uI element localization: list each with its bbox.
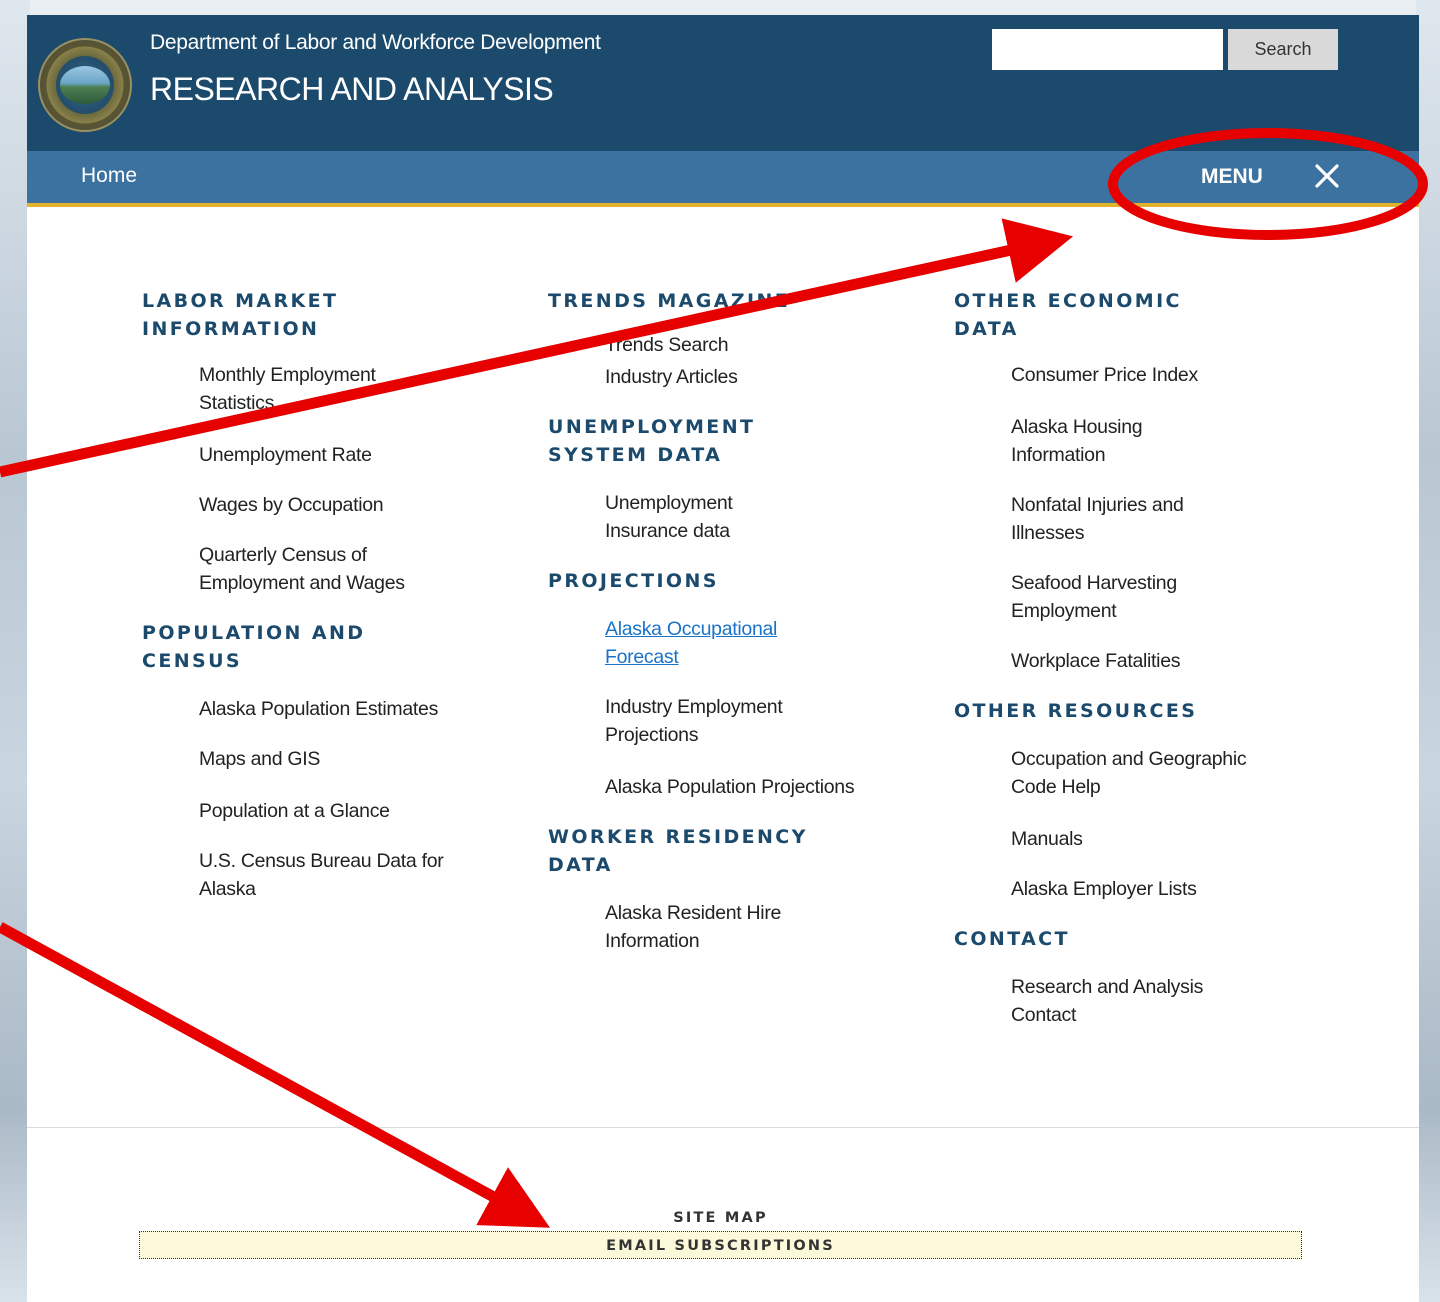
search-button[interactable]: Search — [1228, 29, 1338, 70]
menu-item[interactable]: Monthly Employment Statistics — [199, 361, 449, 417]
menu-link[interactable]: Alaska Resident Hire Information — [605, 902, 781, 952]
menu-item[interactable]: Trends Search — [605, 331, 855, 359]
menu-item[interactable]: Occupation and Geographic Code Help — [1011, 745, 1251, 801]
menu-link[interactable]: Wages by Occupation — [199, 494, 384, 516]
home-link[interactable]: Home — [81, 164, 137, 188]
menu-link[interactable]: Quarterly Census of Employment and Wages — [199, 544, 405, 594]
site-header: Department of Labor and Workforce Develo… — [27, 15, 1419, 151]
section-title-worker-residency: WORKER RESIDENCY DATA — [548, 826, 808, 876]
menu-column-3: OTHER ECONOMIC DATA Consumer Price Index… — [954, 287, 1284, 1029]
department-name: Department of Labor and Workforce Develo… — [150, 31, 601, 54]
menu-item[interactable]: Workplace Fatalities — [1011, 647, 1241, 675]
menu-item[interactable]: Alaska Resident Hire Information — [605, 899, 855, 955]
background-mountain-right — [1416, 0, 1440, 1302]
section-title-other-economic: OTHER ECONOMIC DATA — [954, 290, 1182, 340]
menu-item[interactable]: Alaska Employer Lists — [1011, 875, 1251, 903]
menu-item[interactable]: Industry Employment Projections — [605, 693, 855, 749]
menu-item[interactable]: Nonfatal Injuries and Illnesses — [1011, 491, 1241, 547]
footer-links: SITE MAP EMAIL SUBSCRIPTIONS — [139, 1205, 1302, 1259]
menu-column-2: TRENDS MAGAZINE Trends Search Industry A… — [548, 287, 878, 955]
nav-bar: Home MENU — [27, 151, 1419, 207]
site-map-link[interactable]: SITE MAP — [139, 1205, 1302, 1231]
section-list-trends: Trends Search Industry Articles — [548, 331, 855, 391]
menu-item[interactable]: U.S. Census Bureau Data for Alaska — [199, 847, 449, 903]
menu-item[interactable]: Wages by Occupation — [199, 491, 449, 519]
menu-link[interactable]: Alaska Employer Lists — [1011, 878, 1197, 900]
menu-link[interactable]: Alaska Housing Information — [1011, 416, 1143, 466]
menu-item[interactable]: Unemployment Insurance data — [605, 489, 805, 545]
menu-link[interactable]: U.S. Census Bureau Data for Alaska — [199, 850, 444, 900]
menu-link[interactable]: Nonfatal Injuries and Illnesses — [1011, 494, 1184, 544]
menu-link[interactable]: Monthly Employment Statistics — [199, 364, 376, 414]
section-list-population: Alaska Population Estimates Maps and GIS… — [142, 695, 449, 903]
menu-link[interactable]: Seafood Harvesting Employment — [1011, 572, 1177, 622]
footer-divider — [27, 1127, 1419, 1128]
menu-link[interactable]: Trends Search — [605, 334, 729, 356]
menu-link[interactable]: Workplace Fatalities — [1011, 650, 1181, 672]
menu-link[interactable]: Industry Articles — [605, 366, 738, 388]
section-list-worker-residency: Alaska Resident Hire Information — [548, 899, 855, 955]
menu-link[interactable]: Alaska Population Estimates — [199, 698, 438, 720]
menu-item[interactable]: Alaska Housing Information — [1011, 413, 1241, 469]
menu-link-active[interactable]: Alaska Occupational Forecast — [605, 618, 777, 668]
site-title[interactable]: RESEARCH AND ANALYSIS — [150, 71, 554, 108]
menu-link[interactable]: Manuals — [1011, 828, 1083, 850]
menu-item[interactable]: Unemployment Rate — [199, 441, 449, 469]
menu-item[interactable]: Seafood Harvesting Employment — [1011, 569, 1241, 625]
menu-item[interactable]: Manuals — [1011, 825, 1251, 853]
page: Department of Labor and Workforce Develo… — [27, 15, 1419, 1302]
section-title-unemployment: UNEMPLOYMENT SYSTEM DATA — [548, 416, 756, 466]
menu-item[interactable]: Maps and GIS — [199, 745, 449, 773]
menu-item[interactable]: Consumer Price Index — [1011, 361, 1241, 389]
menu-link[interactable]: Unemployment Rate — [199, 444, 372, 466]
menu-item[interactable]: Alaska Occupational Forecast — [605, 615, 855, 671]
section-title-labor-market: LABOR MARKET INFORMATION — [142, 290, 339, 340]
section-title-trends: TRENDS MAGAZINE — [548, 290, 791, 312]
section-title-projections: PROJECTIONS — [548, 570, 719, 592]
section-list-unemployment: Unemployment Insurance data — [548, 489, 805, 545]
menu-item[interactable]: Research and Analysis Contact — [1011, 973, 1251, 1029]
section-list-labor-market: Monthly Employment Statistics Unemployme… — [142, 361, 449, 597]
menu-link[interactable]: Alaska Population Projections — [605, 776, 855, 798]
menu-item[interactable]: Alaska Population Projections — [605, 773, 855, 801]
menu-link[interactable]: Maps and GIS — [199, 748, 320, 770]
menu-link[interactable]: Consumer Price Index — [1011, 364, 1198, 386]
section-title-population: POPULATION AND CENSUS — [142, 622, 366, 672]
menu-item[interactable]: Industry Articles — [605, 363, 855, 391]
menu-link[interactable]: Population at a Glance — [199, 800, 390, 822]
section-list-other-economic: Consumer Price Index Alaska Housing Info… — [954, 361, 1241, 675]
menu-item[interactable]: Quarterly Census of Employment and Wages — [199, 541, 449, 597]
menu-item[interactable]: Population at a Glance — [199, 797, 449, 825]
background-mountain-left — [0, 0, 30, 1302]
email-subscriptions-link[interactable]: EMAIL SUBSCRIPTIONS — [139, 1231, 1302, 1259]
menu-link[interactable]: Occupation and Geographic Code Help — [1011, 748, 1247, 798]
menu-column-1: LABOR MARKET INFORMATION Monthly Employm… — [142, 287, 472, 903]
section-title-other-resources: OTHER RESOURCES — [954, 700, 1198, 722]
menu-label[interactable]: MENU — [1201, 165, 1263, 189]
section-list-other-resources: Occupation and Geographic Code Help Manu… — [954, 745, 1251, 903]
menu-link[interactable]: Unemployment Insurance data — [605, 492, 733, 542]
search-input[interactable] — [992, 29, 1223, 70]
state-seal-icon — [38, 38, 132, 132]
menu-item[interactable]: Alaska Population Estimates — [199, 695, 449, 723]
menu-link[interactable]: Industry Employment Projections — [605, 696, 783, 746]
section-title-contact: CONTACT — [954, 928, 1070, 950]
section-list-projections: Alaska Occupational Forecast Industry Em… — [548, 615, 855, 801]
menu-link[interactable]: Research and Analysis Contact — [1011, 976, 1203, 1026]
close-icon[interactable] — [1311, 160, 1343, 192]
section-list-contact: Research and Analysis Contact — [954, 973, 1251, 1029]
